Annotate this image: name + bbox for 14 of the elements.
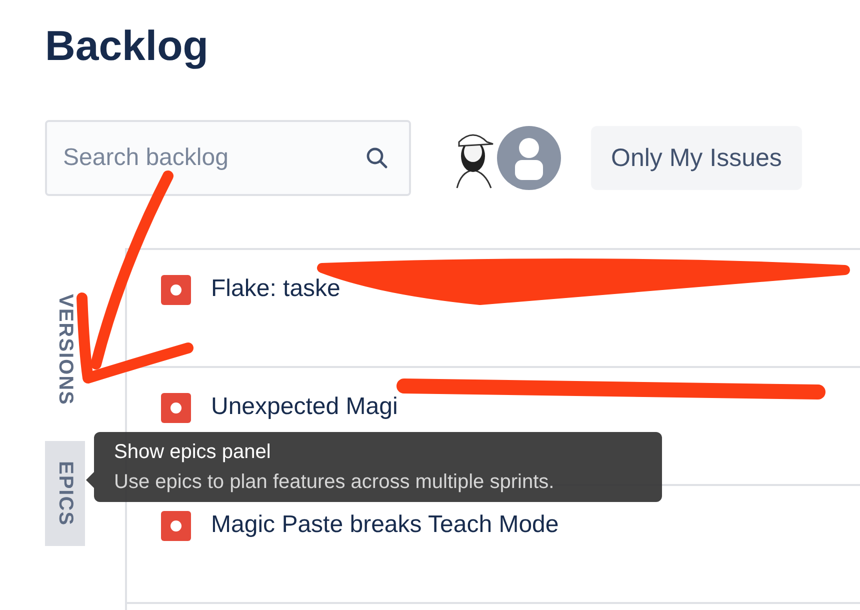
page-title: Backlog xyxy=(45,21,210,71)
issue-title[interactable]: Unexpected Magi xyxy=(211,392,398,422)
quick-filter-button[interactable]: Only My Issues xyxy=(591,126,802,190)
bug-icon xyxy=(161,393,191,423)
bug-icon xyxy=(161,275,191,305)
tooltip-text: Use epics to plan features across multiple sprints. xyxy=(114,471,556,494)
search-icon[interactable] xyxy=(365,146,389,170)
side-tab[interactable]: EPICS xyxy=(45,441,85,546)
issue-title[interactable]: Magic Paste breaks Teach Mode xyxy=(211,510,559,540)
issue-title[interactable]: Flake: taske xyxy=(211,274,340,304)
bug-icon xyxy=(161,511,191,541)
side-tab[interactable]: VERSIONS xyxy=(45,248,85,426)
tooltip-title: Show epics panel xyxy=(114,441,272,464)
search-field[interactable]: Search backlog xyxy=(45,120,411,196)
